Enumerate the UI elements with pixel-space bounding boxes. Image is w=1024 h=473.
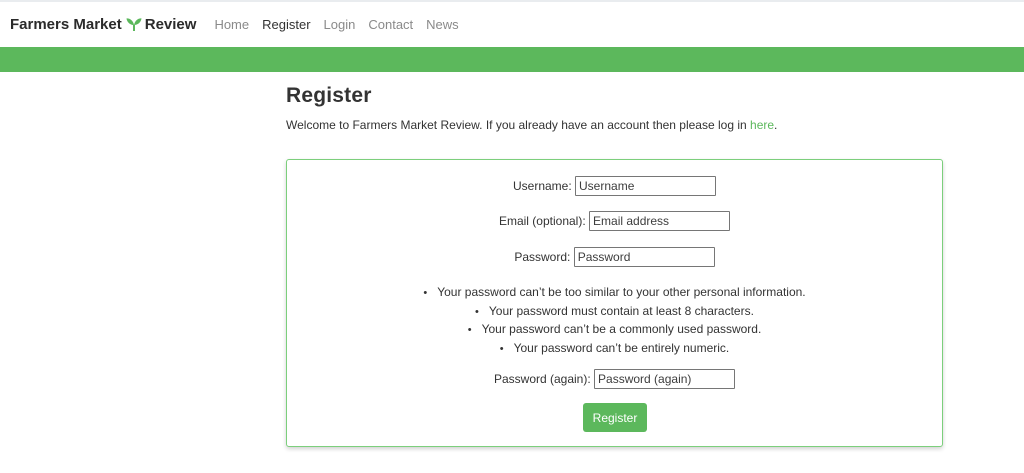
page-header: Register Welcome to Farmers Market Revie… bbox=[286, 84, 946, 132]
nav-register[interactable]: Register bbox=[262, 17, 310, 32]
welcome-end: . bbox=[774, 118, 778, 132]
email-row: Email (optional): bbox=[287, 211, 942, 231]
email-input[interactable] bbox=[589, 211, 731, 231]
welcome-message: Welcome to Farmers Market Review. If you… bbox=[286, 118, 946, 132]
nav-login[interactable]: Login bbox=[324, 17, 356, 32]
password-rule: Your password can’t be a commonly used p… bbox=[287, 320, 942, 339]
username-input[interactable] bbox=[575, 176, 717, 196]
password-rules-list: Your password can’t be too similar to yo… bbox=[287, 283, 942, 357]
login-here-link[interactable]: here bbox=[750, 118, 774, 132]
username-row: Username: bbox=[287, 176, 942, 196]
nav-news[interactable]: News bbox=[426, 17, 459, 32]
welcome-text: Welcome to Farmers Market Review. If you… bbox=[286, 118, 751, 132]
register-button[interactable]: Register bbox=[583, 403, 647, 432]
password-rule: Your password can’t be too similar to yo… bbox=[287, 283, 942, 302]
nav-home[interactable]: Home bbox=[214, 17, 249, 32]
brand-logo-link[interactable]: Farmers Market Review bbox=[10, 16, 196, 33]
username-label: Username: bbox=[512, 179, 572, 193]
password-again-label: Password (again): bbox=[493, 372, 591, 386]
sprout-icon bbox=[126, 17, 142, 32]
password-rule: Your password can’t be entirely numeric. bbox=[287, 339, 942, 358]
brand-name-part2: Review bbox=[144, 16, 197, 33]
password-rule: Your password must contain at least 8 ch… bbox=[287, 302, 942, 321]
header-green-banner bbox=[0, 47, 1024, 72]
password-again-input[interactable] bbox=[594, 369, 736, 389]
nav-contact[interactable]: Contact bbox=[368, 17, 413, 32]
brand-name-part1: Farmers Market bbox=[10, 16, 122, 33]
navbar: Farmers Market Review Home Register Logi… bbox=[0, 2, 1024, 47]
password-row: Password: bbox=[287, 247, 942, 267]
password-input[interactable] bbox=[573, 247, 715, 267]
email-label: Email (optional): bbox=[498, 214, 586, 228]
page-title: Register bbox=[286, 84, 372, 107]
password-label: Password: bbox=[514, 250, 571, 264]
password-again-row: Password (again): bbox=[287, 369, 942, 389]
register-form: Username: Email (optional): Password: Yo… bbox=[286, 159, 943, 447]
nav-links: Home Register Login Contact News bbox=[214, 17, 471, 32]
